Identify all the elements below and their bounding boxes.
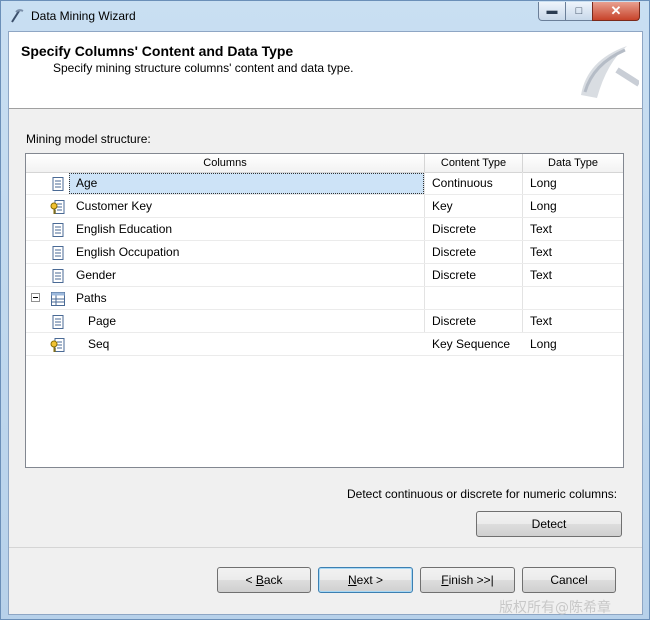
wizard-window: Data Mining Wizard ▬ □ ✕ Specify Columns… [0, 0, 650, 620]
column-header-data-type[interactable]: Data Type [523, 154, 623, 172]
minimize-button[interactable]: ▬ [538, 2, 566, 21]
close-icon: ✕ [610, 3, 622, 18]
table-row[interactable]: English Education Discrete Text [26, 218, 623, 241]
window-title: Data Mining Wizard [31, 9, 136, 23]
key-column-icon [50, 338, 65, 352]
content-type-cell[interactable]: Key [432, 195, 453, 217]
column-name-cell: Age [76, 176, 98, 190]
table-row[interactable]: Customer Key Key Long [26, 195, 623, 218]
column-name-cell: English Education [76, 222, 173, 236]
wizard-app-icon [11, 9, 24, 23]
collapse-toggle-icon[interactable] [31, 293, 40, 302]
selected-cell-highlight [69, 173, 424, 194]
data-type-cell[interactable]: Text [530, 241, 552, 263]
detect-button[interactable]: Detect [476, 511, 622, 537]
columns-grid[interactable]: Columns Content Type Data Type Age Contin… [25, 153, 624, 468]
watermark: 版权所有@陈希章 [499, 600, 611, 616]
page-subtitle: Specify mining structure columns' conten… [53, 61, 354, 75]
content-type-cell[interactable]: Key Sequence [432, 333, 510, 355]
content-type-cell[interactable]: Discrete [432, 241, 476, 263]
table-row[interactable]: English Occupation Discrete Text [26, 241, 623, 264]
next-button[interactable]: Next > [318, 567, 413, 593]
content-type-cell[interactable]: Discrete [432, 310, 476, 332]
column-icon [52, 177, 64, 191]
content-type-cell[interactable]: Continuous [432, 172, 493, 194]
grid-header: Columns Content Type Data Type [26, 154, 623, 173]
table-row[interactable]: Page Discrete Text [26, 310, 623, 333]
column-name-cell: English Occupation [76, 245, 180, 259]
minimize-icon: ▬ [546, 5, 558, 17]
column-icon [52, 246, 64, 260]
mining-structure-label: Mining model structure: [26, 132, 151, 146]
column-name-cell: Customer Key [76, 199, 153, 213]
data-type-cell[interactable]: Text [530, 264, 552, 286]
nested-table-icon [51, 292, 65, 306]
data-type-cell[interactable]: Long [530, 195, 557, 217]
column-name-cell: Paths [76, 291, 107, 305]
wizard-client-area: Specify Columns' Content and Data Type S… [8, 31, 643, 615]
back-button[interactable]: < Back [217, 567, 311, 593]
column-icon [52, 223, 64, 237]
cancel-button[interactable]: Cancel [522, 567, 616, 593]
maximize-button[interactable]: □ [565, 2, 593, 21]
column-name-cell: Gender [76, 268, 117, 282]
column-header-content-type[interactable]: Content Type [425, 154, 523, 172]
pickaxe-logo-icon [581, 46, 639, 98]
content-type-cell[interactable]: Discrete [432, 218, 476, 240]
finish-button[interactable]: Finish >>| [420, 567, 515, 593]
data-type-cell[interactable]: Text [530, 218, 552, 240]
content-type-cell[interactable]: Discrete [432, 264, 476, 286]
column-icon [52, 269, 64, 283]
column-icon [52, 315, 64, 329]
data-type-cell[interactable]: Text [530, 310, 552, 332]
table-row[interactable]: Age Continuous Long [26, 172, 623, 195]
column-header-columns[interactable]: Columns [26, 154, 425, 172]
column-name-cell: Page [88, 314, 117, 328]
page-title: Specify Columns' Content and Data Type [21, 43, 294, 59]
table-row[interactable]: Seq Key Sequence Long [26, 333, 623, 356]
table-row[interactable]: Gender Discrete Text [26, 264, 623, 287]
column-name-cell: Seq [88, 337, 110, 351]
key-column-icon [50, 200, 65, 214]
maximize-icon: □ [575, 5, 583, 17]
close-button[interactable]: ✕ [592, 2, 640, 21]
footer-separator [9, 547, 642, 548]
detect-label: Detect continuous or discrete for numeri… [347, 487, 618, 501]
title-bar[interactable]: Data Mining Wizard ▬ □ ✕ [1, 1, 649, 31]
wizard-header: Specify Columns' Content and Data Type S… [9, 32, 642, 109]
data-type-cell[interactable]: Long [530, 333, 557, 355]
data-type-cell[interactable]: Long [530, 172, 557, 194]
table-row[interactable]: Paths [26, 287, 623, 310]
